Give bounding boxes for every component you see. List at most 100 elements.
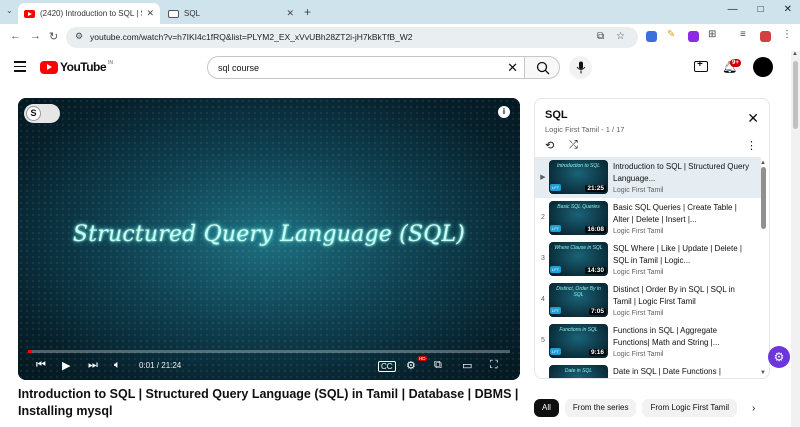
video-thumbnail[interactable]: Distinct, Order By in SQL LFT 7:05 xyxy=(549,283,608,317)
browser-menu-icon[interactable]: ⋮ xyxy=(782,29,792,40)
reading-list-icon[interactable]: ≡ xyxy=(740,29,746,40)
previous-icon[interactable]: ⏮︎ xyxy=(36,359,46,372)
chip-from-channel[interactable]: From Logic First Tamil xyxy=(642,399,737,417)
shuffle-icon[interactable]: ⤮ xyxy=(569,139,578,152)
fullscreen-icon[interactable]: ⛶ xyxy=(490,359,498,372)
search-button[interactable] xyxy=(524,56,560,79)
menu-icon[interactable] xyxy=(14,61,26,72)
scroll-down-icon[interactable]: ▼ xyxy=(760,370,766,376)
duration-badge: 9:16 xyxy=(588,349,606,356)
gear-icon: ⚙ xyxy=(773,350,785,364)
bookmark-star-icon[interactable]: ☆ xyxy=(616,31,625,42)
chip-from-the-series[interactable]: From the series xyxy=(564,399,637,417)
thumbnail-text: Date in SQL xyxy=(564,368,593,374)
chip-all[interactable]: All xyxy=(534,399,559,417)
loop-icon[interactable]: ⟲ xyxy=(545,139,554,152)
video-thumbnail[interactable]: Functions in SQL LFT 9:16 xyxy=(549,324,608,358)
search-query[interactable]: sql course xyxy=(218,63,259,73)
video-thumbnail[interactable]: Introduction to SQL LFT 21:25 xyxy=(549,160,608,194)
settings-gear-icon[interactable]: ⚙ xyxy=(406,359,416,372)
playlist-item-title[interactable]: Basic SQL Queries | Create Table | Alter… xyxy=(613,202,753,225)
theater-mode-icon[interactable]: ▭ xyxy=(462,359,472,372)
subtitles-icon[interactable]: CC xyxy=(378,361,396,372)
channel-logo-icon: LFT xyxy=(550,184,562,191)
tab-youtube[interactable]: (2420) Introduction to SQL | St ✕ xyxy=(18,3,160,24)
create-video-icon[interactable] xyxy=(694,59,708,72)
forward-icon[interactable]: → xyxy=(30,30,41,42)
video-thumbnail[interactable]: Basic SQL Queries LFT 16:08 xyxy=(549,201,608,235)
video-player[interactable]: Structured Query Language (SQL) S i ⏮︎ ▶… xyxy=(18,98,520,380)
site-info-icon[interactable]: ⚙ xyxy=(75,31,83,42)
playlist-item[interactable]: 4 Distinct, Order By in SQL LFT 7:05 Dis… xyxy=(535,280,761,321)
scroll-up-icon[interactable]: ▲ xyxy=(792,51,798,57)
progress-bar[interactable] xyxy=(28,350,510,353)
extension-toggle[interactable]: S xyxy=(24,104,60,123)
close-tab-icon[interactable]: ✕ xyxy=(146,8,154,19)
window-controls: — □ ✕ xyxy=(728,4,792,15)
scroll-up-icon[interactable]: ▲ xyxy=(760,160,766,166)
video-thumbnail[interactable]: Date in SQL xyxy=(549,365,608,378)
playlist-item-index: 4 xyxy=(541,296,545,303)
extensions-puzzle-icon[interactable]: ⊞ xyxy=(708,29,716,40)
tab-sql[interactable]: SQL ✕ xyxy=(162,3,300,24)
clear-search-icon[interactable]: ✕ xyxy=(507,60,518,76)
playlist-item-title[interactable]: Date in SQL | Date Functions | xyxy=(613,366,753,378)
miniplayer-icon[interactable]: ⧉ xyxy=(434,359,442,372)
reload-icon[interactable]: ↻ xyxy=(49,30,58,43)
channel-logo-icon: LFT xyxy=(550,348,562,355)
chevron-right-icon[interactable]: › xyxy=(752,403,755,414)
tab-search-icon[interactable]: ⌄ xyxy=(6,6,13,15)
next-icon[interactable]: ⏭︎ xyxy=(88,359,98,372)
duration-badge: 21:25 xyxy=(585,185,606,192)
playlist-item[interactable]: 2 Basic SQL Queries LFT 16:08 Basic SQL … xyxy=(535,198,761,239)
url-text[interactable]: youtube.com/watch?v=h7IKI4c1fRQ&list=PLY… xyxy=(90,32,413,42)
info-icon[interactable]: i xyxy=(498,106,510,118)
search-input[interactable]: sql course ✕ xyxy=(207,56,525,79)
profile-icon[interactable] xyxy=(760,31,771,42)
more-options-icon[interactable]: ⋮ xyxy=(746,139,757,152)
playlist-item-title[interactable]: Distinct | Order By in SQL | SQL in Tami… xyxy=(613,284,753,307)
minimize-icon[interactable]: — xyxy=(728,4,738,15)
playlist-scrollbar[interactable] xyxy=(761,167,766,229)
browser-toolbar: ← → ↻ ⚙ youtube.com/watch?v=h7IKI4c1fRQ&… xyxy=(0,24,800,51)
play-icon[interactable]: ▶ xyxy=(62,359,70,372)
youtube-logo[interactable]: YouTube IN xyxy=(40,60,113,74)
close-playlist-icon[interactable]: ✕ xyxy=(747,110,759,127)
close-window-icon[interactable]: ✕ xyxy=(784,4,792,15)
playlist-item[interactable]: 5 Functions in SQL LFT 9:16 Functions in… xyxy=(535,321,761,362)
volume-icon[interactable]: 🔈︎ xyxy=(114,359,121,372)
playlist-item-title[interactable]: Introduction to SQL | Structured Query L… xyxy=(613,161,753,184)
back-icon[interactable]: ← xyxy=(10,30,21,42)
assistant-extension-button[interactable]: ⚙ xyxy=(768,346,790,368)
playlist-title[interactable]: SQL xyxy=(545,109,568,121)
new-tab-icon[interactable]: + xyxy=(304,5,311,19)
playlist-item[interactable]: ▶ Introduction to SQL LFT 21:25 Introduc… xyxy=(535,157,761,198)
close-tab-icon[interactable]: ✕ xyxy=(286,8,294,19)
avatar[interactable] xyxy=(753,57,773,77)
thumbnail-text: Functions in SQL xyxy=(559,327,598,333)
search-icon xyxy=(536,61,550,75)
playlist-item-title[interactable]: SQL Where | Like | Update | Delete | SQL… xyxy=(613,243,753,266)
video-frame[interactable]: Structured Query Language (SQL) xyxy=(18,98,520,380)
scrollbar-thumb[interactable] xyxy=(793,61,798,129)
playlist-item[interactable]: 3 Where Clause in SQL LFT 14:30 SQL Wher… xyxy=(535,239,761,280)
pen-extension-icon[interactable]: ✎ xyxy=(667,29,675,40)
tab-title: SQL xyxy=(184,9,201,18)
extension-icon[interactable] xyxy=(688,31,699,42)
youtube-favicon-icon xyxy=(24,9,35,18)
voice-search-button[interactable] xyxy=(569,56,592,79)
logo-text: YouTube xyxy=(60,60,107,74)
install-app-icon[interactable]: ⧉ xyxy=(597,31,604,42)
duration-badge: 7:05 xyxy=(588,308,606,315)
extension-icon[interactable] xyxy=(646,31,657,42)
progress-fill xyxy=(28,350,32,353)
playlist-item-channel: Logic First Tamil xyxy=(613,228,664,235)
address-bar[interactable]: ⚙ youtube.com/watch?v=h7IKI4c1fRQ&list=P… xyxy=(66,27,638,48)
thumbnail-text: Where Clause in SQL xyxy=(554,245,603,251)
playlist-item[interactable]: 6 Date in SQL Date in SQL | Date Functio… xyxy=(535,362,761,378)
playlist-item-title[interactable]: Functions in SQL | Aggregate Functions| … xyxy=(613,325,753,348)
video-thumbnail[interactable]: Where Clause in SQL LFT 14:30 xyxy=(549,242,608,276)
duration-badge: 14:30 xyxy=(585,267,606,274)
maximize-icon[interactable]: □ xyxy=(758,4,764,15)
page-scrollbar[interactable]: ▲ xyxy=(791,51,800,427)
